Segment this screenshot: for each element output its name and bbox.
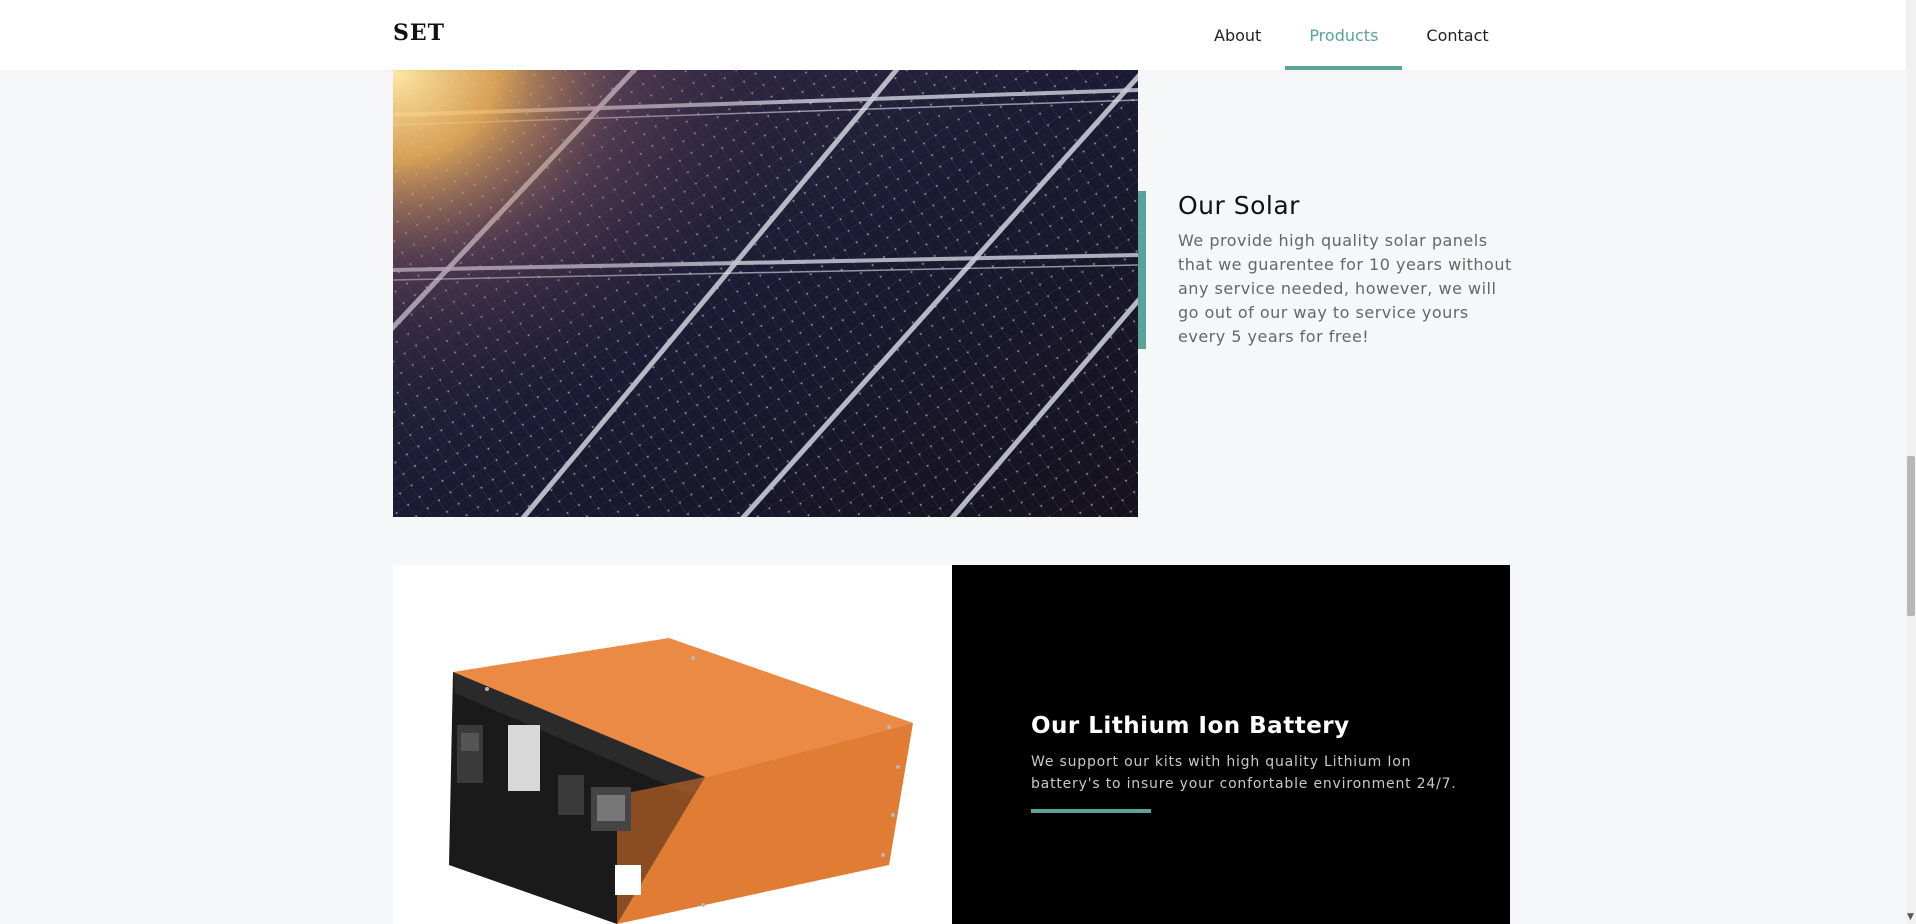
scroll-down-arrow-icon[interactable]: ▼ (1907, 913, 1914, 922)
solar-title: Our Solar (1178, 191, 1300, 220)
page-scrollbar[interactable]: ▼ (1906, 0, 1916, 924)
nav-contact[interactable]: Contact (1402, 0, 1512, 70)
nav-about[interactable]: About (1190, 0, 1285, 70)
brand-logo[interactable]: SET (393, 20, 445, 46)
navbar: SET About Products Contact (0, 0, 1906, 70)
nav-products[interactable]: Products (1285, 0, 1403, 70)
battery-image (393, 565, 952, 924)
page: SET About Products Contact Our Solar We … (0, 0, 1916, 924)
solar-description: We provide high quality solar panels tha… (1178, 231, 1512, 346)
battery-accent-underline (1031, 809, 1151, 813)
solar-accent-bar (1138, 191, 1146, 349)
battery-title: Our Lithium Ion Battery (1031, 713, 1350, 739)
solar-panel-image (393, 70, 1138, 517)
main-nav: About Products Contact (1190, 0, 1513, 70)
scrollbar-thumb[interactable] (1907, 456, 1915, 616)
battery-info-panel: Our Lithium Ion Battery We support our k… (952, 565, 1510, 924)
battery-description: We support our kits with high quality Li… (1031, 754, 1457, 792)
